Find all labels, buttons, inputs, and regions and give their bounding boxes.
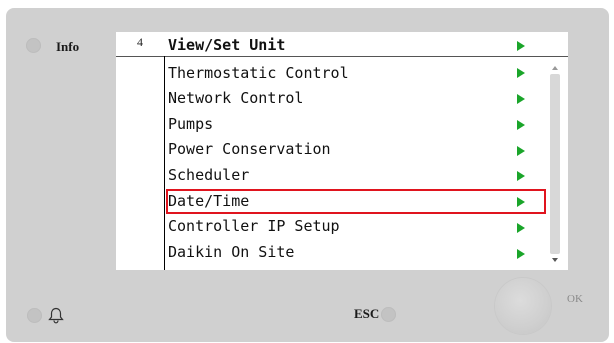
esc-label: ESC — [354, 306, 380, 321]
menu-item[interactable]: Controller IP Setup — [166, 214, 546, 239]
ok-label: OK — [567, 293, 583, 305]
menu-title: View/Set Unit — [168, 36, 286, 54]
triangle-right-icon — [517, 41, 525, 51]
page-number: 4 — [137, 35, 143, 49]
menu-item[interactable]: Scheduler — [166, 163, 546, 188]
ok-knob[interactable] — [495, 278, 551, 334]
triangle-right-icon — [517, 94, 525, 104]
menu-item[interactable]: Daikin On Site — [166, 240, 546, 265]
triangle-right-icon — [517, 197, 525, 207]
triangle-right-icon — [517, 120, 525, 130]
menu-item[interactable]: Power Conservation — [166, 137, 546, 162]
triangle-right-icon — [517, 68, 525, 78]
triangle-right-icon — [517, 249, 525, 259]
scroll-down-icon[interactable] — [552, 258, 558, 262]
scrollbar-thumb[interactable] — [550, 74, 560, 254]
alarm-led[interactable] — [27, 308, 42, 323]
menu-item[interactable]: Thermostatic Control — [166, 61, 546, 86]
menu-item[interactable]: Pumps — [166, 112, 546, 137]
info-led[interactable] — [26, 38, 41, 53]
bell-icon[interactable] — [48, 307, 64, 324]
esc-button[interactable] — [381, 307, 396, 322]
triangle-right-icon — [517, 146, 525, 156]
info-label: Info — [56, 39, 80, 54]
triangle-right-icon — [517, 223, 525, 233]
menu-divider — [164, 56, 165, 270]
menu-item-selected[interactable]: Date/Time — [166, 189, 546, 214]
triangle-right-icon — [517, 171, 525, 181]
scroll-up-icon[interactable] — [552, 66, 558, 70]
menu-item[interactable]: Network Control — [166, 86, 546, 111]
